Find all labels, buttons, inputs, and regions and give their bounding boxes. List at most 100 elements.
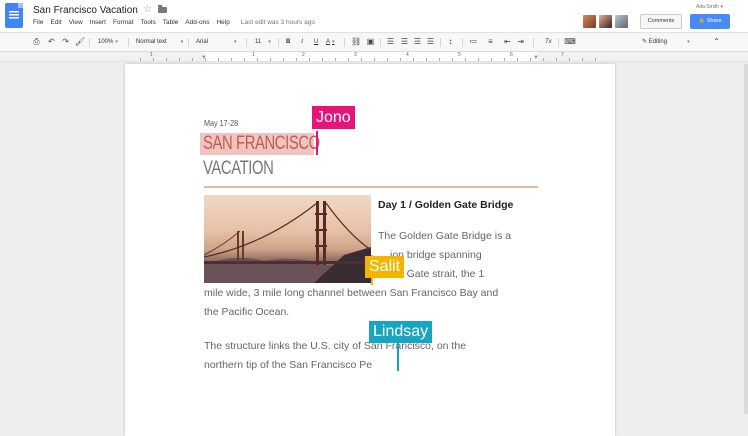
toolbar-divider [440,38,441,47]
body-line: The Golden Gate Bridge is a [378,230,512,242]
toolbar-divider [380,38,381,47]
collapse-icon[interactable]: ⌃ [712,37,721,47]
star-icon[interactable]: ☆ [143,4,152,15]
ruler-tick [179,58,180,61]
golden-gate-photo[interactable] [204,195,371,283]
collaborator-avatars [583,15,628,28]
ruler-number: 4 [406,52,409,58]
link-icon[interactable]: ⛓ [351,37,361,47]
paint-format-icon[interactable]: 🖌 [75,37,85,47]
toolbar: ⎙ ↶ ↷ 🖌 100% ▾ Normal text ▾ Arial ▾ 11 ▾ B … [0,32,748,52]
date-line: May 17-28 [204,118,239,128]
numbered-list-icon[interactable]: ≔ [469,37,478,47]
ruler-tick [504,58,505,61]
ruler-number: 2 [302,52,305,58]
toolbar-divider [558,38,559,47]
ruler-tick [192,58,193,61]
ruler-tick [309,58,310,61]
italic-button[interactable]: I [301,37,303,47]
comment-icon[interactable]: ▣ [366,37,375,47]
ruler-tick [166,58,167,61]
ruler-tick [374,58,375,61]
indent-decrease-icon[interactable]: ⇤ [503,37,512,47]
line-spacing-icon[interactable]: ↕ [446,37,455,47]
body-line: en Gate strait, the 1 [392,268,485,280]
underline-button[interactable]: U [314,37,318,47]
ruler[interactable]: ▼ ▼ 1 1 2 3 4 5 6 7 [0,52,748,62]
body-line: northern tip of the San Francisco Pe [204,359,373,371]
zoom-select[interactable]: 100% ▾ [98,37,118,47]
align-right-icon[interactable]: ☰ [413,37,422,47]
ruler-tick [140,58,141,61]
ruler-tick [400,58,401,61]
ruler-tick [478,58,479,61]
ruler-tick [413,58,414,61]
align-left-icon[interactable]: ☰ [386,37,395,47]
ruler-number: 6 [510,52,513,58]
app-header: San Francisco Vacation ☆ File Edit View … [0,0,748,32]
user-account[interactable]: Ada Smith ▾ [696,4,723,10]
avatar[interactable] [615,15,628,28]
menu-help[interactable]: Help [216,19,229,26]
indent-increase-icon[interactable]: ⇥ [516,37,525,47]
clear-format-icon[interactable]: Tx [545,37,552,47]
docs-logo-icon[interactable] [5,3,23,28]
toolbar-divider [89,38,90,47]
toolbar-divider [533,38,534,47]
collaborator-cursor-lindsay [397,343,399,371]
horizontal-rule [204,186,538,188]
font-select[interactable]: Arial ▾ [196,37,237,47]
editing-mode-select[interactable]: ✎ Editing ▾ [642,37,690,47]
ruler-tick [270,58,271,61]
ruler-tick [335,58,336,61]
align-center-icon[interactable]: ☰ [400,37,409,47]
avatar[interactable] [583,15,596,28]
menu-addons[interactable]: Add-ons [185,19,209,26]
menu-insert[interactable]: Insert [90,19,106,26]
toolbar-divider [278,38,279,47]
ruler-tick [465,58,466,61]
section-heading: Day 1 / Golden Gate Bridge [378,199,514,211]
indent-marker[interactable]: ▼ [201,55,207,61]
share-label: Share [706,18,722,24]
ruler-tick [348,58,349,61]
redo-icon[interactable]: ↷ [61,37,70,47]
print-icon[interactable]: ⎙ [32,37,41,47]
menu-edit[interactable]: Edit [50,19,61,26]
ruler-number: 7 [561,52,564,58]
heading-title: SAN FRANCISCO [203,133,320,154]
scrollbar[interactable] [744,64,748,414]
ruler-tick [543,58,544,61]
collaborator-label-salit: Salit [365,256,405,278]
ruler-tick [491,58,492,61]
ruler-tick [426,58,427,61]
right-indent-marker[interactable]: ▼ [533,55,539,61]
menu-format[interactable]: Format [113,19,134,26]
collaborator-cursor-jono [316,131,318,155]
folder-icon[interactable] [158,5,167,13]
ruler-tick [231,58,232,61]
document-title[interactable]: San Francisco Vacation [33,5,138,16]
justify-icon[interactable]: ☰ [426,37,435,47]
menu-tools[interactable]: Tools [141,19,156,26]
last-edit-status[interactable]: Last edit was 3 hours ago [241,19,315,26]
bulleted-list-icon[interactable]: ≡ [486,37,495,47]
undo-icon[interactable]: ↶ [47,37,56,47]
ruler-tick [257,58,258,61]
font-size-select[interactable]: 11 ▾ [255,37,271,47]
input-tools-icon[interactable]: ⌨ [563,37,577,47]
ruler-tick [556,58,557,61]
menu-file[interactable]: File [33,19,43,26]
toolbar-divider [462,38,463,47]
text-color-button[interactable]: A ▾ [326,37,335,47]
bold-button[interactable]: B [286,37,290,47]
share-button[interactable]: 🔒 Share [690,14,730,29]
menu-bar: File Edit View Insert Format Tools Table… [33,19,315,26]
menu-view[interactable]: View [69,19,83,26]
ruler-number: 5 [458,52,461,58]
menu-table[interactable]: Table [163,19,179,26]
ruler-tick [361,58,362,61]
avatar[interactable] [599,15,612,28]
comments-button[interactable]: Comments [640,14,682,29]
style-select[interactable]: Normal text ▾ [136,37,183,47]
